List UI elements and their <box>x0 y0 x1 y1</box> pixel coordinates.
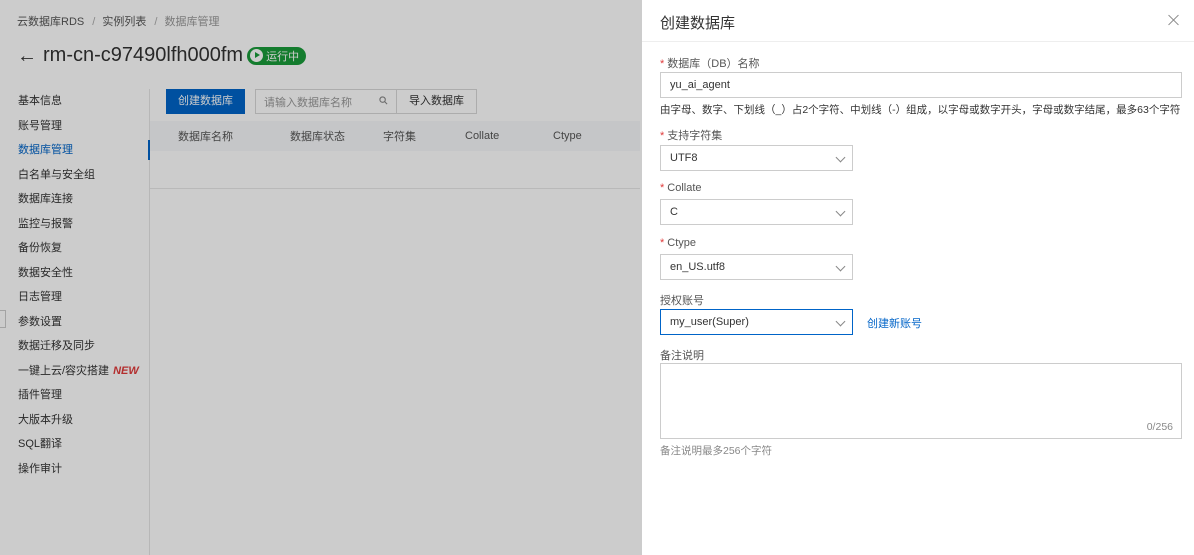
close-icon[interactable] <box>1168 14 1180 26</box>
chevron-down-icon <box>835 316 846 327</box>
create-database-drawer: 创建数据库 * 数据库（DB）名称 yu_ai_agent 由字母、数字、下划线（… <box>642 0 1194 555</box>
account-select[interactable]: my_user(Super) <box>660 309 853 335</box>
collate-value: C <box>670 206 678 218</box>
remark-textarea[interactable]: 0/256 <box>660 363 1182 439</box>
create-account-link[interactable]: 创建新账号 <box>867 315 922 331</box>
ctype-value: en_US.utf8 <box>670 261 726 273</box>
drawer-title: 创建数据库 <box>660 15 736 32</box>
charset-value: UTF8 <box>670 152 698 164</box>
charset-select[interactable]: UTF8 <box>660 145 853 171</box>
chevron-down-icon <box>835 206 846 217</box>
drawer-header: 创建数据库 <box>642 0 1194 42</box>
charset-label-text: 支持字符集 <box>667 130 723 142</box>
charset-label: * 支持字符集 <box>660 130 723 142</box>
chevron-down-icon <box>835 152 846 163</box>
account-value: my_user(Super) <box>670 316 749 328</box>
remark-label: 备注说明 <box>660 350 704 362</box>
db-name-field[interactable]: yu_ai_agent <box>660 72 1182 98</box>
ctype-label: * Ctype <box>660 237 697 249</box>
modal-overlay[interactable] <box>0 0 642 555</box>
collate-select[interactable]: C <box>660 199 853 225</box>
account-label: 授权账号 <box>660 295 704 307</box>
char-counter: 0/256 <box>1146 421 1173 433</box>
remark-hint: 备注说明最多256个字符 <box>660 445 773 457</box>
ctype-select[interactable]: en_US.utf8 <box>660 254 853 280</box>
db-name-label: * 数据库（DB）名称 <box>660 58 760 70</box>
db-name-label-text: 数据库（DB）名称 <box>667 58 760 70</box>
db-name-hint: 由字母、数字、下划线（_）占2个字符、中划线（-）组成，以字母或数字开头，字母或… <box>660 104 1181 116</box>
ctype-label-text: Ctype <box>667 237 697 249</box>
collate-label: * Collate <box>660 182 702 194</box>
chevron-down-icon <box>835 261 846 272</box>
collate-label-text: Collate <box>667 182 702 194</box>
